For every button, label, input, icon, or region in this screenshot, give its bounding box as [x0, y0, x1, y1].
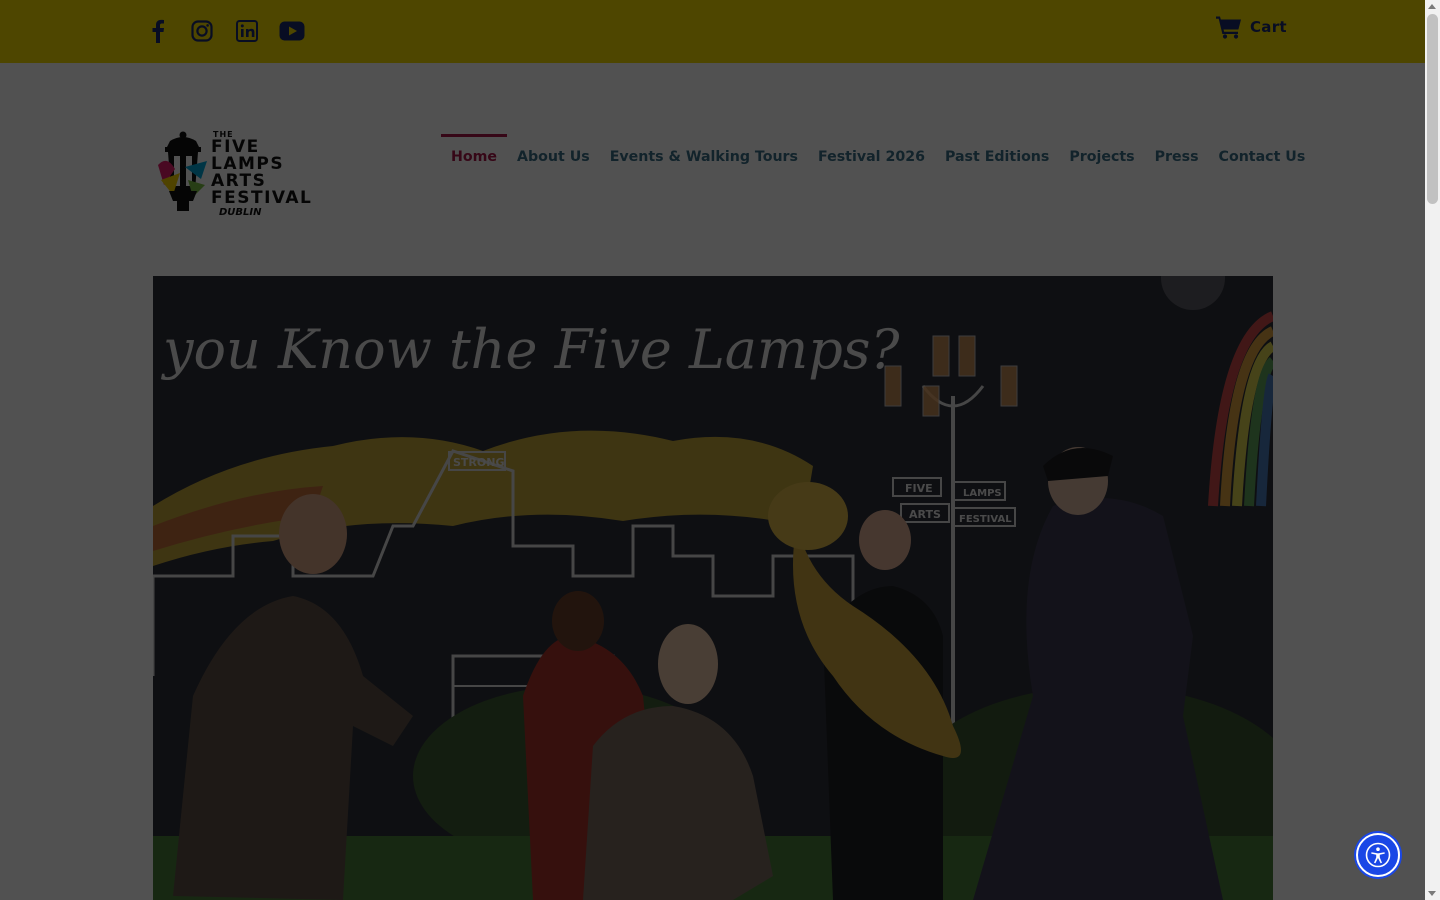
youtube-icon[interactable] [278, 17, 306, 45]
accessibility-button[interactable] [1356, 833, 1400, 877]
scroll-thumb[interactable] [1427, 14, 1438, 204]
sign-five: FIVE [905, 482, 933, 495]
cart-link[interactable]: Cart [1216, 15, 1287, 39]
mural-text: you Know the Five Lamps? [161, 318, 900, 381]
nav-home[interactable]: Home [441, 134, 508, 180]
facebook-icon[interactable] [144, 17, 172, 45]
page-scrollbar[interactable] [1425, 0, 1440, 900]
logo-festival: FESTIVAL [211, 188, 313, 208]
accessibility-icon [1365, 842, 1391, 868]
page: Cart THE FIVE LAMPS ARTS FESTIVAL DUBLIN [0, 0, 1425, 900]
nav-past-editions[interactable]: Past Editions [935, 134, 1059, 180]
cart-icon [1216, 16, 1241, 39]
instagram-icon[interactable] [188, 17, 216, 45]
cart-label: Cart [1250, 18, 1287, 36]
nav-festival-2026[interactable]: Festival 2026 [808, 134, 935, 180]
nav-about-us[interactable]: About Us [507, 134, 600, 180]
building-sign: STRONG [453, 456, 504, 469]
logo-wordmark: THE FIVE LAMPS ARTS FESTIVAL DUBLIN [211, 131, 312, 218]
nav-events-walking-tours[interactable]: Events & Walking Tours [600, 134, 808, 180]
sign-arts: ARTS [909, 508, 941, 521]
hero-image: you Know the Five Lamps? FIVE LAMPS ARTS… [153, 276, 1273, 900]
sign-festival: FESTIVAL [959, 514, 1012, 525]
scroll-up-icon[interactable] [1428, 4, 1436, 9]
lamp-logo-icon [158, 131, 207, 211]
nav-projects[interactable]: Projects [1059, 134, 1144, 180]
logo-dublin: DUBLIN [219, 207, 262, 218]
top-bar: Cart [0, 0, 1425, 63]
scroll-down-icon[interactable] [1428, 891, 1436, 896]
hero-photo: you Know the Five Lamps? FIVE LAMPS ARTS… [153, 276, 1273, 900]
nav-contact-us[interactable]: Contact Us [1209, 134, 1316, 180]
linkedin-icon[interactable] [233, 17, 261, 45]
nav-press[interactable]: Press [1145, 134, 1209, 180]
main-nav: Home About Us Events & Walking Tours Fes… [441, 134, 1315, 180]
site-logo[interactable]: THE FIVE LAMPS ARTS FESTIVAL DUBLIN [155, 125, 315, 218]
sign-lamps: LAMPS [963, 488, 1002, 499]
